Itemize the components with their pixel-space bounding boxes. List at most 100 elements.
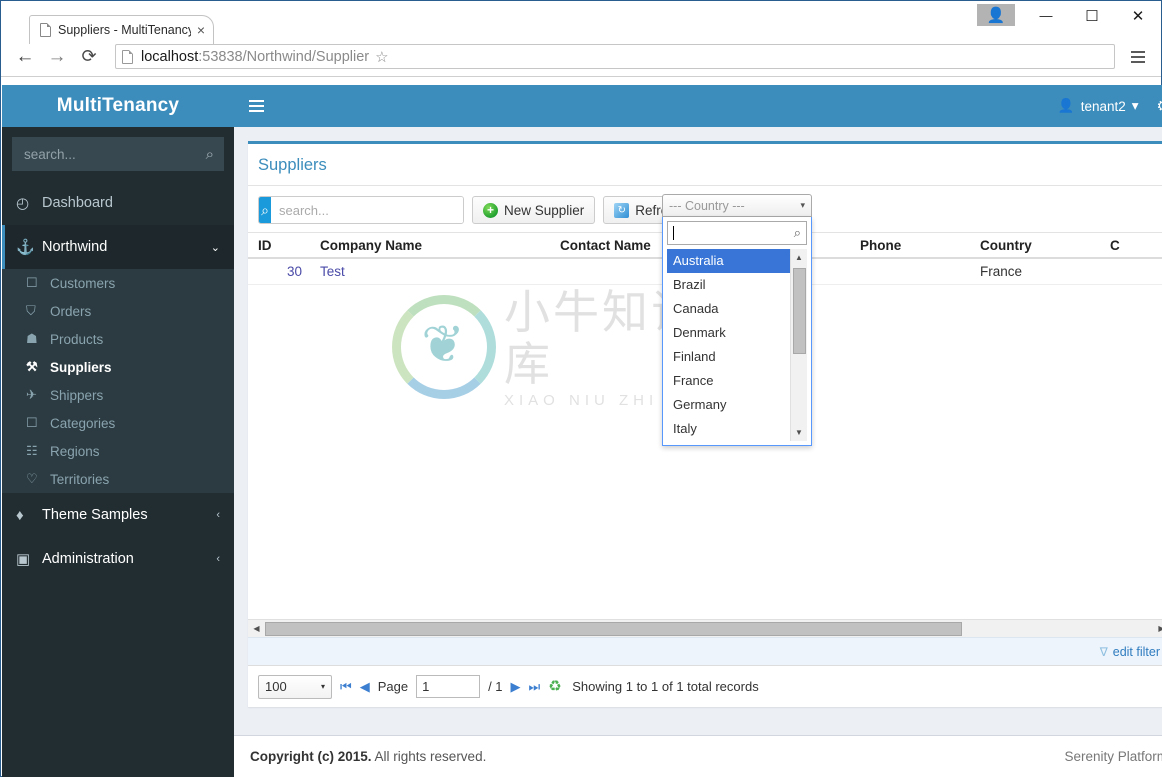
country-dropdown: ⌕ Australia Brazil Canada Denmark Finlan… [662, 217, 812, 446]
browser-titlebar: Suppliers - MultiTenancy × 👤 — ☐ ✕ [1, 1, 1161, 44]
sidebar: MultiTenancy ⌕ ◴ Dashboard ⚓ Northwind ⌄ [2, 85, 234, 777]
funnel-icon: ∇ [1099, 644, 1108, 659]
dropdown-scrollbar[interactable]: ▲ ▼ [790, 249, 807, 441]
prev-page-button[interactable]: ◀ [360, 679, 370, 695]
scroll-left-icon[interactable]: ◀ [248, 624, 265, 633]
grid-toolbar: ⌕ + New Supplier ↻ Refresh [248, 186, 1162, 446]
chevron-down-icon: ▾ [320, 682, 325, 691]
chevron-down-icon: ▾ [1131, 98, 1139, 113]
country-option[interactable]: Italy [667, 417, 807, 441]
minimize-button[interactable]: — [1023, 1, 1069, 30]
sidebar-item-shippers[interactable]: ✈ Shippers [2, 381, 234, 409]
first-page-button[interactable]: ⏮ [340, 679, 352, 695]
sidebar-submenu-northwind: ☐ Customers ⛉ Orders ☗ Products ⚒ Suppli… [2, 269, 234, 493]
quick-search-input[interactable] [271, 197, 463, 223]
sidebar-item-regions[interactable]: ☷ Regions [2, 437, 234, 465]
sidebar-item-dashboard[interactable]: ◴ Dashboard [2, 181, 234, 225]
dashboard-icon: ◴ [16, 195, 30, 212]
country-option[interactable]: Finland [667, 345, 807, 369]
country-option[interactable]: France [667, 369, 807, 393]
edit-filter-link[interactable]: edit filter [1113, 645, 1160, 659]
last-page-button[interactable]: ⏭ [529, 679, 541, 695]
cell-id: 30 [286, 264, 302, 279]
maximize-button[interactable]: ☐ [1069, 1, 1115, 30]
text-caret [673, 226, 674, 240]
country-select-box[interactable]: --- Country --- ▾ [662, 194, 812, 217]
close-window-button[interactable]: ✕ [1115, 1, 1161, 30]
forward-icon[interactable]: → [43, 43, 71, 71]
page-size-select[interactable]: 100 ▾ [258, 674, 332, 699]
gift-icon: ☗ [26, 331, 38, 346]
sidebar-item-categories[interactable]: ☐ Categories [2, 409, 234, 437]
column-header-id[interactable]: ID [258, 238, 310, 253]
user-menu[interactable]: 👤 tenant2 ▾ [1058, 98, 1139, 114]
chevron-down-icon: ⌄ [210, 241, 220, 254]
gear-icon[interactable]: ⚙ [1157, 97, 1162, 115]
sidebar-item-label: Categories [50, 415, 116, 431]
chevron-down-icon: ▾ [800, 200, 805, 210]
close-icon[interactable]: × [197, 23, 205, 37]
user-name: tenant2 [1080, 98, 1126, 114]
column-header-phone[interactable]: Phone [860, 238, 980, 253]
cell-company: Test [320, 264, 345, 279]
browser-window: Suppliers - MultiTenancy × 👤 — ☐ ✕ ← → ⟳… [0, 0, 1162, 777]
back-icon[interactable]: ← [11, 43, 39, 71]
next-page-button[interactable]: ▶ [511, 679, 521, 695]
new-supplier-button[interactable]: + New Supplier [472, 196, 596, 224]
monitor-icon: ▣ [16, 551, 31, 568]
reload-icon[interactable]: ⟳ [75, 43, 103, 71]
page-number-input[interactable] [416, 675, 481, 698]
scroll-up-icon[interactable]: ▲ [791, 249, 807, 266]
column-header-company[interactable]: Company Name [310, 238, 560, 253]
country-option[interactable]: Australia [667, 249, 807, 273]
sidebar-toggle-icon[interactable] [234, 85, 278, 127]
sidebar-item-orders[interactable]: ⛉ Orders [2, 297, 234, 325]
browser-tab[interactable]: Suppliers - MultiTenancy × [29, 15, 214, 44]
sidebar-item-theme-samples[interactable]: ♦ Theme Samples ‹ [2, 493, 234, 537]
country-option[interactable]: Denmark [667, 321, 807, 345]
sidebar-item-suppliers[interactable]: ⚒ Suppliers [2, 353, 234, 381]
tab-title: Suppliers - MultiTenancy [58, 23, 191, 37]
scroll-right-icon[interactable]: ▶ [1153, 624, 1162, 633]
wrench-icon: ⚒ [26, 359, 38, 374]
user-icon: 👤 [1057, 98, 1075, 113]
address-bar[interactable]: localhost:53838/Northwind/Supplier ☆ [115, 44, 1115, 69]
pager-refresh-icon[interactable]: ♻ [548, 678, 564, 695]
sidebar-menu: ◴ Dashboard ⚓ Northwind ⌄ ☐ Customers ⛉ … [2, 181, 234, 581]
country-option[interactable]: Brazil [667, 273, 807, 297]
user-account-icon[interactable]: 👤 [977, 4, 1015, 26]
search-icon[interactable]: ⌕ [206, 146, 214, 163]
browser-menu-icon[interactable] [1125, 50, 1151, 63]
sidebar-search-input[interactable] [22, 145, 206, 163]
scrollbar-thumb[interactable] [793, 268, 806, 354]
sidebar-item-products[interactable]: ☗ Products [2, 325, 234, 353]
sidebar-item-label: Theme Samples [42, 507, 148, 523]
sidebar-search-wrap: ⌕ [2, 127, 234, 181]
sidebar-item-customers[interactable]: ☐ Customers [2, 269, 234, 297]
sidebar-item-administration[interactable]: ▣ Administration ‹ [2, 537, 234, 581]
sidebar-item-territories[interactable]: ♡ Territories [2, 465, 234, 493]
column-header-country[interactable]: Country [980, 238, 1110, 253]
scrollbar-track[interactable] [265, 621, 1153, 637]
bookmark-star-icon[interactable]: ☆ [375, 48, 388, 66]
sidebar-item-label: Products [50, 331, 104, 347]
country-search-field[interactable]: ⌕ [667, 221, 807, 245]
country-option[interactable]: Germany [667, 393, 807, 417]
copyright-bold: Copyright (c) 2015. [250, 749, 372, 764]
sidebar-item-label: Orders [50, 303, 92, 319]
chevron-left-icon: ‹ [216, 509, 220, 521]
sidebar-search[interactable]: ⌕ [12, 137, 224, 171]
sidebar-item-label: Administration [42, 551, 134, 567]
scrollbar-thumb[interactable] [265, 621, 962, 636]
country-option[interactable]: Canada [667, 297, 807, 321]
search-icon[interactable]: ⌕ [259, 197, 271, 223]
quick-search[interactable]: ⌕ [258, 196, 464, 224]
scroll-down-icon[interactable]: ▼ [791, 424, 807, 441]
url-path: :53838/Northwind/Supplier [198, 48, 370, 65]
tag-icon: ♡ [26, 471, 38, 486]
column-header-city[interactable]: C [1110, 238, 1162, 253]
application: MultiTenancy ⌕ ◴ Dashboard ⚓ Northwind ⌄ [2, 85, 1162, 777]
page-title: Suppliers [248, 144, 1162, 186]
sidebar-item-northwind[interactable]: ⚓ Northwind ⌄ [2, 225, 234, 269]
grid-horizontal-scrollbar[interactable]: ◀ ▶ [248, 619, 1162, 637]
